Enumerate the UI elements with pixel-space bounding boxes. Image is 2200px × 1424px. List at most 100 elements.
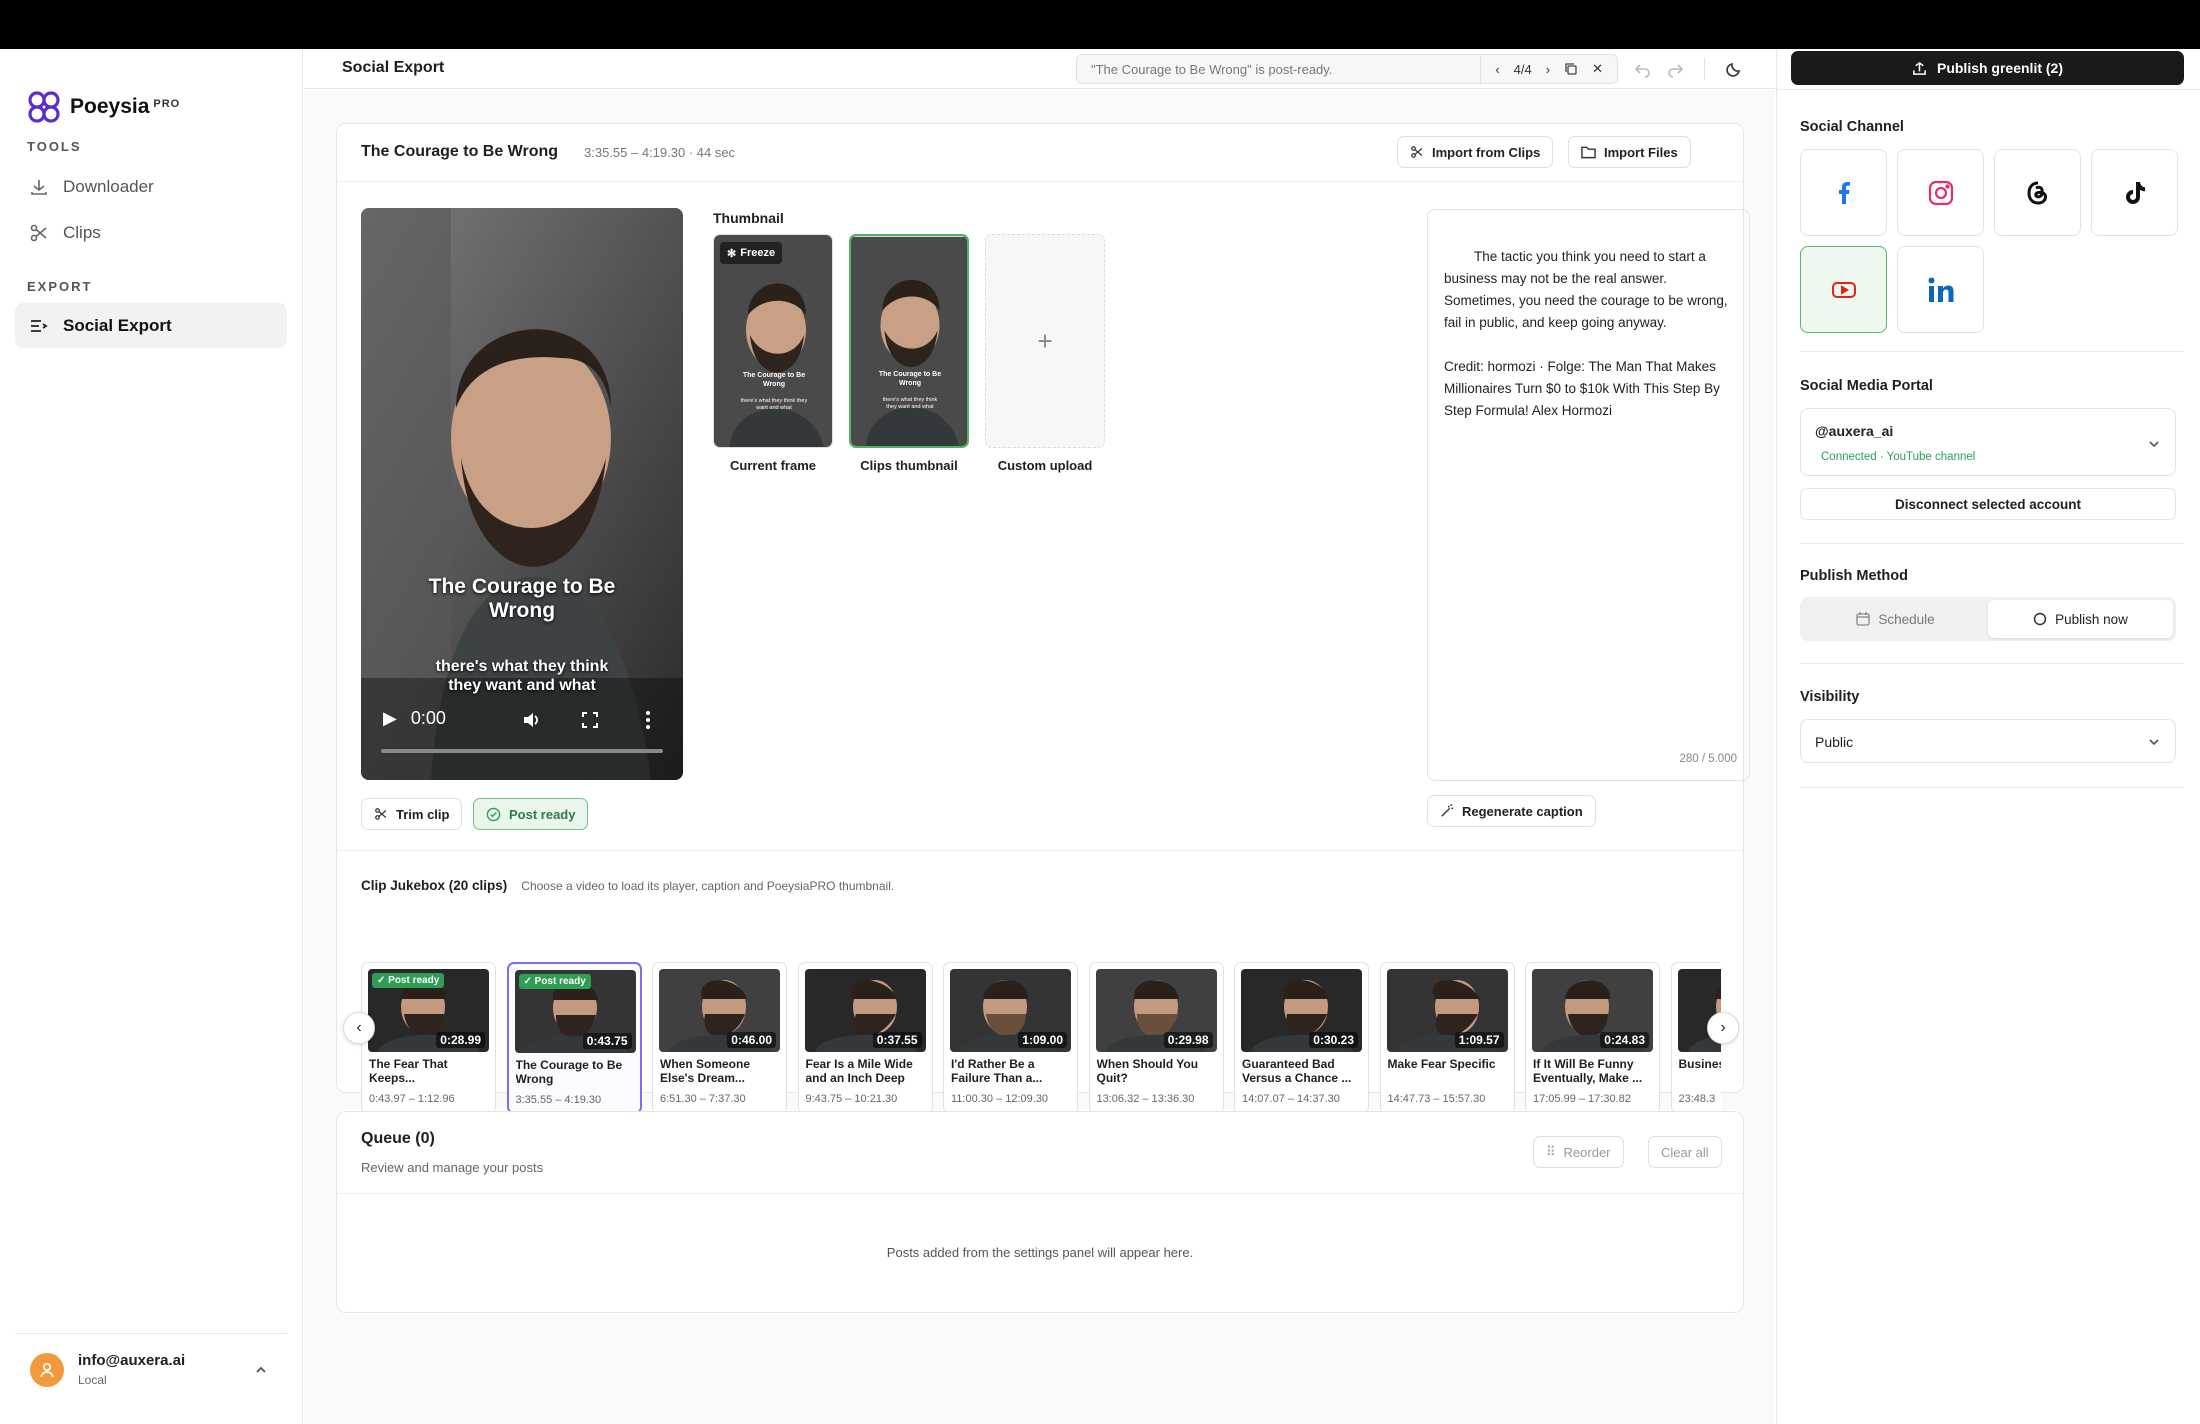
thumbnail-clips[interactable]: The Courage to Be Wrong there's what the…: [849, 234, 969, 448]
button-label: Disconnect selected account: [1894, 496, 2082, 512]
thumbnail-image: [851, 236, 967, 446]
thumbnail-current-frame[interactable]: The Courage to Be Wrong there's what the…: [713, 234, 833, 448]
clip-card[interactable]: 0:29.98 When Should You Quit? 13:06.32 – 1…: [1088, 962, 1224, 1114]
threads-icon: [2026, 181, 2047, 205]
channel-tiktok[interactable]: [2091, 149, 2178, 236]
more-vertical-icon[interactable]: [645, 710, 651, 730]
thumbnail-overlay-subtitle: there's what they think they want and wh…: [740, 398, 808, 411]
disconnect-account-button[interactable]: Disconnect selected account: [1800, 488, 2176, 520]
redo-icon[interactable]: [1666, 60, 1684, 78]
clip-range: 3:35.55 – 4:19.30: [515, 1094, 602, 1106]
queue-empty-message: Posts added from the settings panel will…: [886, 1245, 1194, 1260]
visibility-value: Public: [1815, 734, 1854, 750]
clip-duration: 0:29.98: [1163, 1032, 1213, 1048]
main-header: Social Export "The Courage to Be Wrong" …: [304, 49, 1775, 89]
channel-threads[interactable]: [1994, 149, 2081, 236]
video-overlay-subtitle: there's what they think they want and wh…: [435, 658, 609, 694]
thumbnail-image: [714, 235, 832, 447]
reorder-button[interactable]: ⠿ Reorder: [1533, 1136, 1624, 1168]
clip-duration: 0:46.00: [727, 1032, 776, 1048]
video-player[interactable]: The Courage to Be Wrong there's what the…: [361, 208, 683, 780]
clip-duration: 1:09.00: [1018, 1032, 1067, 1048]
freeze-button[interactable]: ✻ Freeze: [720, 242, 783, 264]
account-select[interactable]: @auxera_ai Connected · YouTube channel: [1800, 408, 2176, 476]
post-ready-toggle[interactable]: Post ready: [473, 798, 589, 830]
wand-icon: [1441, 804, 1454, 817]
youtube-icon: [1831, 281, 1856, 298]
import-from-clips-button[interactable]: Import from Clips: [1397, 136, 1554, 168]
trim-clip-button[interactable]: Trim clip: [361, 798, 463, 830]
scissors-icon: [30, 224, 47, 241]
logo[interactable]: Poeysia PRO: [26, 89, 180, 125]
avatar: [30, 1352, 64, 1387]
button-label: Post ready: [509, 806, 576, 822]
divider: [1800, 663, 2184, 664]
post-ready-badge: ✓ Post ready: [372, 973, 445, 988]
clip-thumbnail: 0:29.98: [1095, 969, 1217, 1052]
chevron-down-icon: [2149, 441, 2159, 448]
channel-linkedin[interactable]: [1897, 246, 1984, 333]
moon-icon[interactable]: [1725, 60, 1743, 78]
jukebox-prev-button[interactable]: ‹: [343, 1012, 375, 1044]
option-label: Schedule: [1878, 611, 1935, 627]
copy-icon[interactable]: [1564, 62, 1578, 76]
clip-card[interactable]: 1:09.00 I'd Rather Be a Failure Than a...…: [943, 962, 1078, 1114]
visibility-select[interactable]: Public: [1800, 719, 2176, 763]
sidebar-item-downloader[interactable]: Downloader: [15, 164, 287, 209]
export-section-label: EXPORT: [27, 279, 93, 294]
thumbnail-overlay-title: The Courage to Be Wrong: [878, 371, 942, 387]
clip-card[interactable]: 1:09.57 Make Fear Specific 14:47.73 – 15:5…: [1379, 962, 1515, 1114]
import-files-button[interactable]: Import Files: [1568, 136, 1691, 168]
clip-title: Make Fear Specific: [1387, 1057, 1496, 1071]
divider: [1777, 89, 2200, 90]
button-label: Clear all: [1661, 1144, 1709, 1160]
clip-range: 13:06.32 – 13:36.30: [1096, 1093, 1195, 1105]
user-menu[interactable]: info@auxera.ai Local: [15, 1333, 287, 1405]
jukebox-hint: Choose a video to load its player, capti…: [521, 879, 895, 893]
clip-card[interactable]: 0:28.99 ✓ Post ready The Fear That Keeps..…: [361, 962, 496, 1114]
clip-thumbnail: 0:24.83: [1532, 969, 1653, 1052]
clip-card[interactable]: 0:43.75 ✓ Post ready The Courage to Be Wro…: [506, 962, 642, 1114]
thumbnail-custom-upload[interactable]: +: [985, 234, 1105, 448]
clip-title: When Should You Quit?: [1096, 1057, 1199, 1085]
clip-thumbnail: 0:28.99 ✓ Post ready: [368, 969, 489, 1052]
sidebar-item-social-export[interactable]: Social Export: [15, 303, 287, 348]
schedule-option[interactable]: Schedule: [1803, 600, 1988, 638]
thumbnail-caption: Clips thumbnail: [860, 458, 958, 473]
regenerate-caption-button[interactable]: Regenerate caption: [1427, 795, 1596, 827]
clip-card[interactable]: 0:30.23 Guaranteed Bad Versus a Chance ..…: [1234, 962, 1369, 1114]
volume-icon[interactable]: [521, 710, 541, 730]
sidebar-item-clips[interactable]: Clips: [15, 210, 287, 255]
plus-icon: +: [1037, 325, 1053, 356]
clip-card[interactable]: 0:24.83 If It Will Be Funny Eventually, M…: [1525, 962, 1660, 1114]
chevron-left-icon[interactable]: ‹: [1495, 62, 1499, 77]
channel-facebook[interactable]: [1800, 149, 1887, 236]
clip-title: Business Come I...: [1678, 1057, 1722, 1071]
publish-now-option[interactable]: Publish now: [1988, 600, 2173, 638]
button-label: Reorder: [1563, 1144, 1611, 1160]
video-progress-track[interactable]: [381, 749, 663, 753]
publish-method-label: Publish Method: [1800, 568, 1908, 584]
clip-range: 0:43.97 – 1:12.96: [369, 1093, 455, 1105]
user-icon: [40, 1362, 54, 1377]
thumbnail-caption: Current frame: [730, 458, 816, 473]
close-icon[interactable]: ✕: [1592, 61, 1603, 77]
channel-youtube[interactable]: [1800, 246, 1887, 333]
caption-textarea[interactable]: The tactic you think you need to start a…: [1427, 209, 1750, 781]
fullscreen-icon[interactable]: [581, 711, 599, 729]
caption-text: The tactic you think you need to start a…: [1444, 249, 1728, 418]
jukebox-next-button[interactable]: ›: [1707, 1012, 1739, 1044]
thumbnail-overlay-title: The Courage to Be Wrong: [742, 372, 806, 388]
publish-greenlit-button[interactable]: Publish greenlit (2): [1791, 51, 2184, 85]
clip-card[interactable]: 0:46.00 When Someone Else's Dream... 6:51.…: [652, 962, 787, 1114]
divider: [1704, 58, 1705, 80]
button-label: Import from Clips: [1432, 144, 1541, 160]
clip-card[interactable]: 0:37.55 Fear Is a Mile Wide and an Inch D…: [797, 962, 933, 1114]
play-icon[interactable]: ▶: [383, 708, 397, 729]
scissors-icon: [1411, 146, 1423, 158]
clear-all-button[interactable]: Clear all: [1648, 1136, 1722, 1168]
chevron-right-icon[interactable]: ›: [1546, 62, 1550, 77]
clip-thumbnail: 0:37.55: [804, 969, 926, 1052]
undo-icon[interactable]: [1634, 60, 1652, 78]
channel-instagram[interactable]: [1897, 149, 1984, 236]
